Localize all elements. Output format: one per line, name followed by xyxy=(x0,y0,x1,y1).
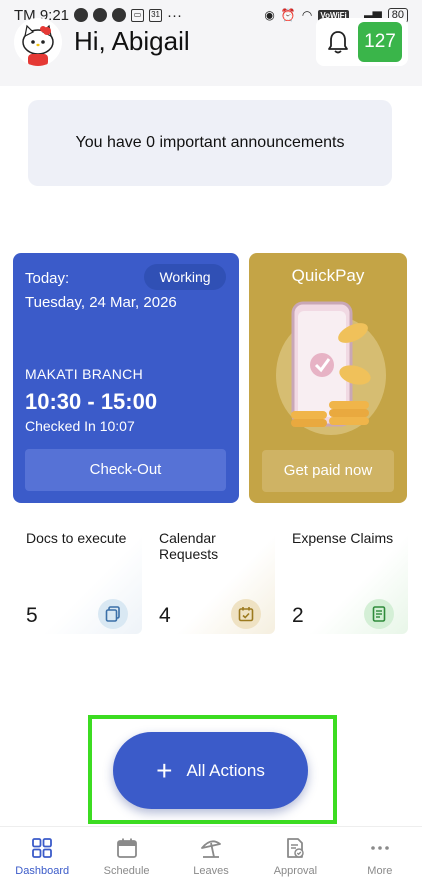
notification-count-badge[interactable]: 127 xyxy=(358,22,402,62)
all-actions-button[interactable]: + All Actions xyxy=(113,732,308,809)
get-paid-now-button[interactable]: Get paid now xyxy=(262,450,394,492)
all-actions-label: All Actions xyxy=(186,760,265,780)
branch-name: MAKATI BRANCH xyxy=(25,366,143,382)
nav-item-schedule[interactable]: Schedule xyxy=(84,827,168,878)
messenger-icon xyxy=(112,8,127,22)
nav-label: Leaves xyxy=(193,865,229,877)
copy-docs-icon xyxy=(98,599,128,629)
header-actions: 127 xyxy=(316,18,408,66)
calendar-status-icon: ▭ xyxy=(131,8,145,22)
more-dots-icon xyxy=(371,846,389,850)
nav-label: Dashboard xyxy=(15,865,70,877)
expense-claims-tile[interactable]: Expense Claims 2 xyxy=(278,516,408,634)
nav-item-more[interactable]: More xyxy=(338,827,422,878)
wifi-icon: ◠ xyxy=(301,8,313,22)
tile-title: Calendar Requests xyxy=(159,530,219,562)
quickpay-title: QuickPay xyxy=(291,266,365,285)
nav-item-approval[interactable]: Approval xyxy=(253,827,337,878)
announcement-banner[interactable]: You have 0 important announcements xyxy=(28,100,392,186)
today-attendance-card: Today: Working Tuesday, 24 Mar, 2026 MAK… xyxy=(13,253,239,503)
phone-coins-illustration-icon xyxy=(276,301,386,435)
tile-title: Docs to execute xyxy=(26,530,127,546)
status-badge: Working xyxy=(144,264,226,290)
check-out-button[interactable]: Check-Out xyxy=(25,449,226,491)
today-label: Today: xyxy=(25,270,70,287)
quickpay-card[interactable]: QuickPay Get paid now xyxy=(249,253,407,503)
message-bubble-icon xyxy=(74,8,89,22)
tile-count: 2 xyxy=(292,604,304,627)
nav-label: More xyxy=(367,865,393,877)
calendar-check-icon xyxy=(231,599,261,629)
docs-to-execute-tile[interactable]: Docs to execute 5 xyxy=(12,516,142,634)
shift-hours: 10:30 - 15:00 xyxy=(25,389,158,414)
calendar-icon xyxy=(116,838,137,858)
nav-label: Approval xyxy=(273,865,318,877)
tile-title: Expense Claims xyxy=(292,530,394,546)
more-notifications-icon: ··· xyxy=(167,6,183,24)
avatar[interactable] xyxy=(14,18,62,66)
hello-kitty-avatar-icon xyxy=(14,18,62,66)
dashboard-grid-icon xyxy=(32,838,53,858)
announcement-text: You have 0 important announcements xyxy=(75,134,345,151)
nav-label: Schedule xyxy=(103,865,150,877)
bell-icon[interactable] xyxy=(324,28,352,56)
alarm-icon: ⏰ xyxy=(280,8,296,22)
approval-doc-icon xyxy=(287,838,305,858)
calendar-day-icon: 31 xyxy=(149,8,163,22)
today-date: Tuesday, 24 Mar, 2026 xyxy=(25,294,177,311)
beach-umbrella-icon xyxy=(201,840,221,858)
checked-in-time: Checked In 10:07 xyxy=(25,418,135,434)
app-header: TM 9:21 ▭ 31 ··· ◉ ⏰ ◠ VoWiFi ▂▄▆ 80 Hi,… xyxy=(0,0,422,86)
eye-icon: ◉ xyxy=(264,8,275,22)
receipt-icon xyxy=(364,599,394,629)
nav-item-dashboard[interactable]: Dashboard xyxy=(0,827,84,878)
nav-item-leaves[interactable]: Leaves xyxy=(169,827,253,878)
calendar-requests-tile[interactable]: Calendar Requests 4 xyxy=(145,516,275,634)
greeting-title: Hi, Abigail xyxy=(74,26,190,56)
tile-count: 4 xyxy=(159,604,171,627)
plus-icon: + xyxy=(156,754,173,786)
bottom-navigation: Dashboard Schedule Leaves Approval More xyxy=(0,826,422,878)
facebook-icon xyxy=(93,8,108,22)
tile-count: 5 xyxy=(26,604,38,627)
